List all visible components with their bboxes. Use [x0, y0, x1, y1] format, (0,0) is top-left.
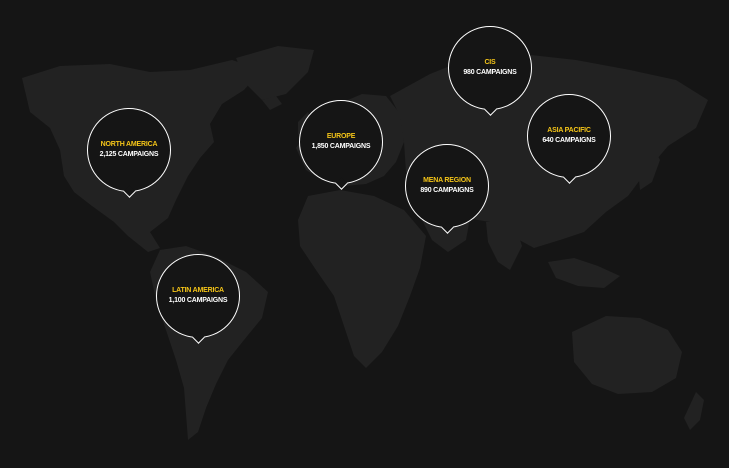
- region-campaign-count: 980 CAMPAIGNS: [463, 69, 517, 76]
- region-name: EUROPE: [326, 133, 356, 140]
- landmass-australia: [572, 316, 682, 394]
- region-name: LATIN AMERICA: [172, 287, 224, 294]
- region-marker-north-america[interactable]: NORTH AMERICA 2,125 CAMPAIGNS: [87, 108, 171, 192]
- landmass-greenland: [236, 46, 314, 100]
- region-name: ASIA PACIFIC: [547, 127, 591, 134]
- world-map-stage: NORTH AMERICA 2,125 CAMPAIGNS EUROPE 1,8…: [0, 0, 729, 468]
- region-campaign-count: 890 CAMPAIGNS: [420, 187, 474, 194]
- landmass-africa: [298, 190, 426, 368]
- region-campaign-count: 2,125 CAMPAIGNS: [99, 151, 159, 158]
- region-name: CIS: [484, 59, 496, 66]
- landmass-southeast-asia: [548, 258, 620, 288]
- region-campaign-count: 1,850 CAMPAIGNS: [311, 143, 371, 150]
- region-marker-cis[interactable]: CIS 980 CAMPAIGNS: [448, 26, 532, 110]
- landmass-new-zealand: [684, 392, 704, 430]
- region-marker-mena[interactable]: MENA REGION 890 CAMPAIGNS: [405, 144, 489, 228]
- world-map-background: [22, 46, 708, 440]
- region-name: MENA REGION: [423, 177, 471, 184]
- region-marker-europe[interactable]: EUROPE 1,850 CAMPAIGNS: [299, 100, 383, 184]
- region-marker-asia-pacific[interactable]: ASIA PACIFIC 640 CAMPAIGNS: [527, 94, 611, 178]
- region-campaign-count: 640 CAMPAIGNS: [542, 137, 596, 144]
- region-name: NORTH AMERICA: [100, 141, 158, 148]
- region-campaign-count: 1,100 CAMPAIGNS: [168, 297, 228, 304]
- region-marker-latin-america[interactable]: LATIN AMERICA 1,100 CAMPAIGNS: [156, 254, 240, 338]
